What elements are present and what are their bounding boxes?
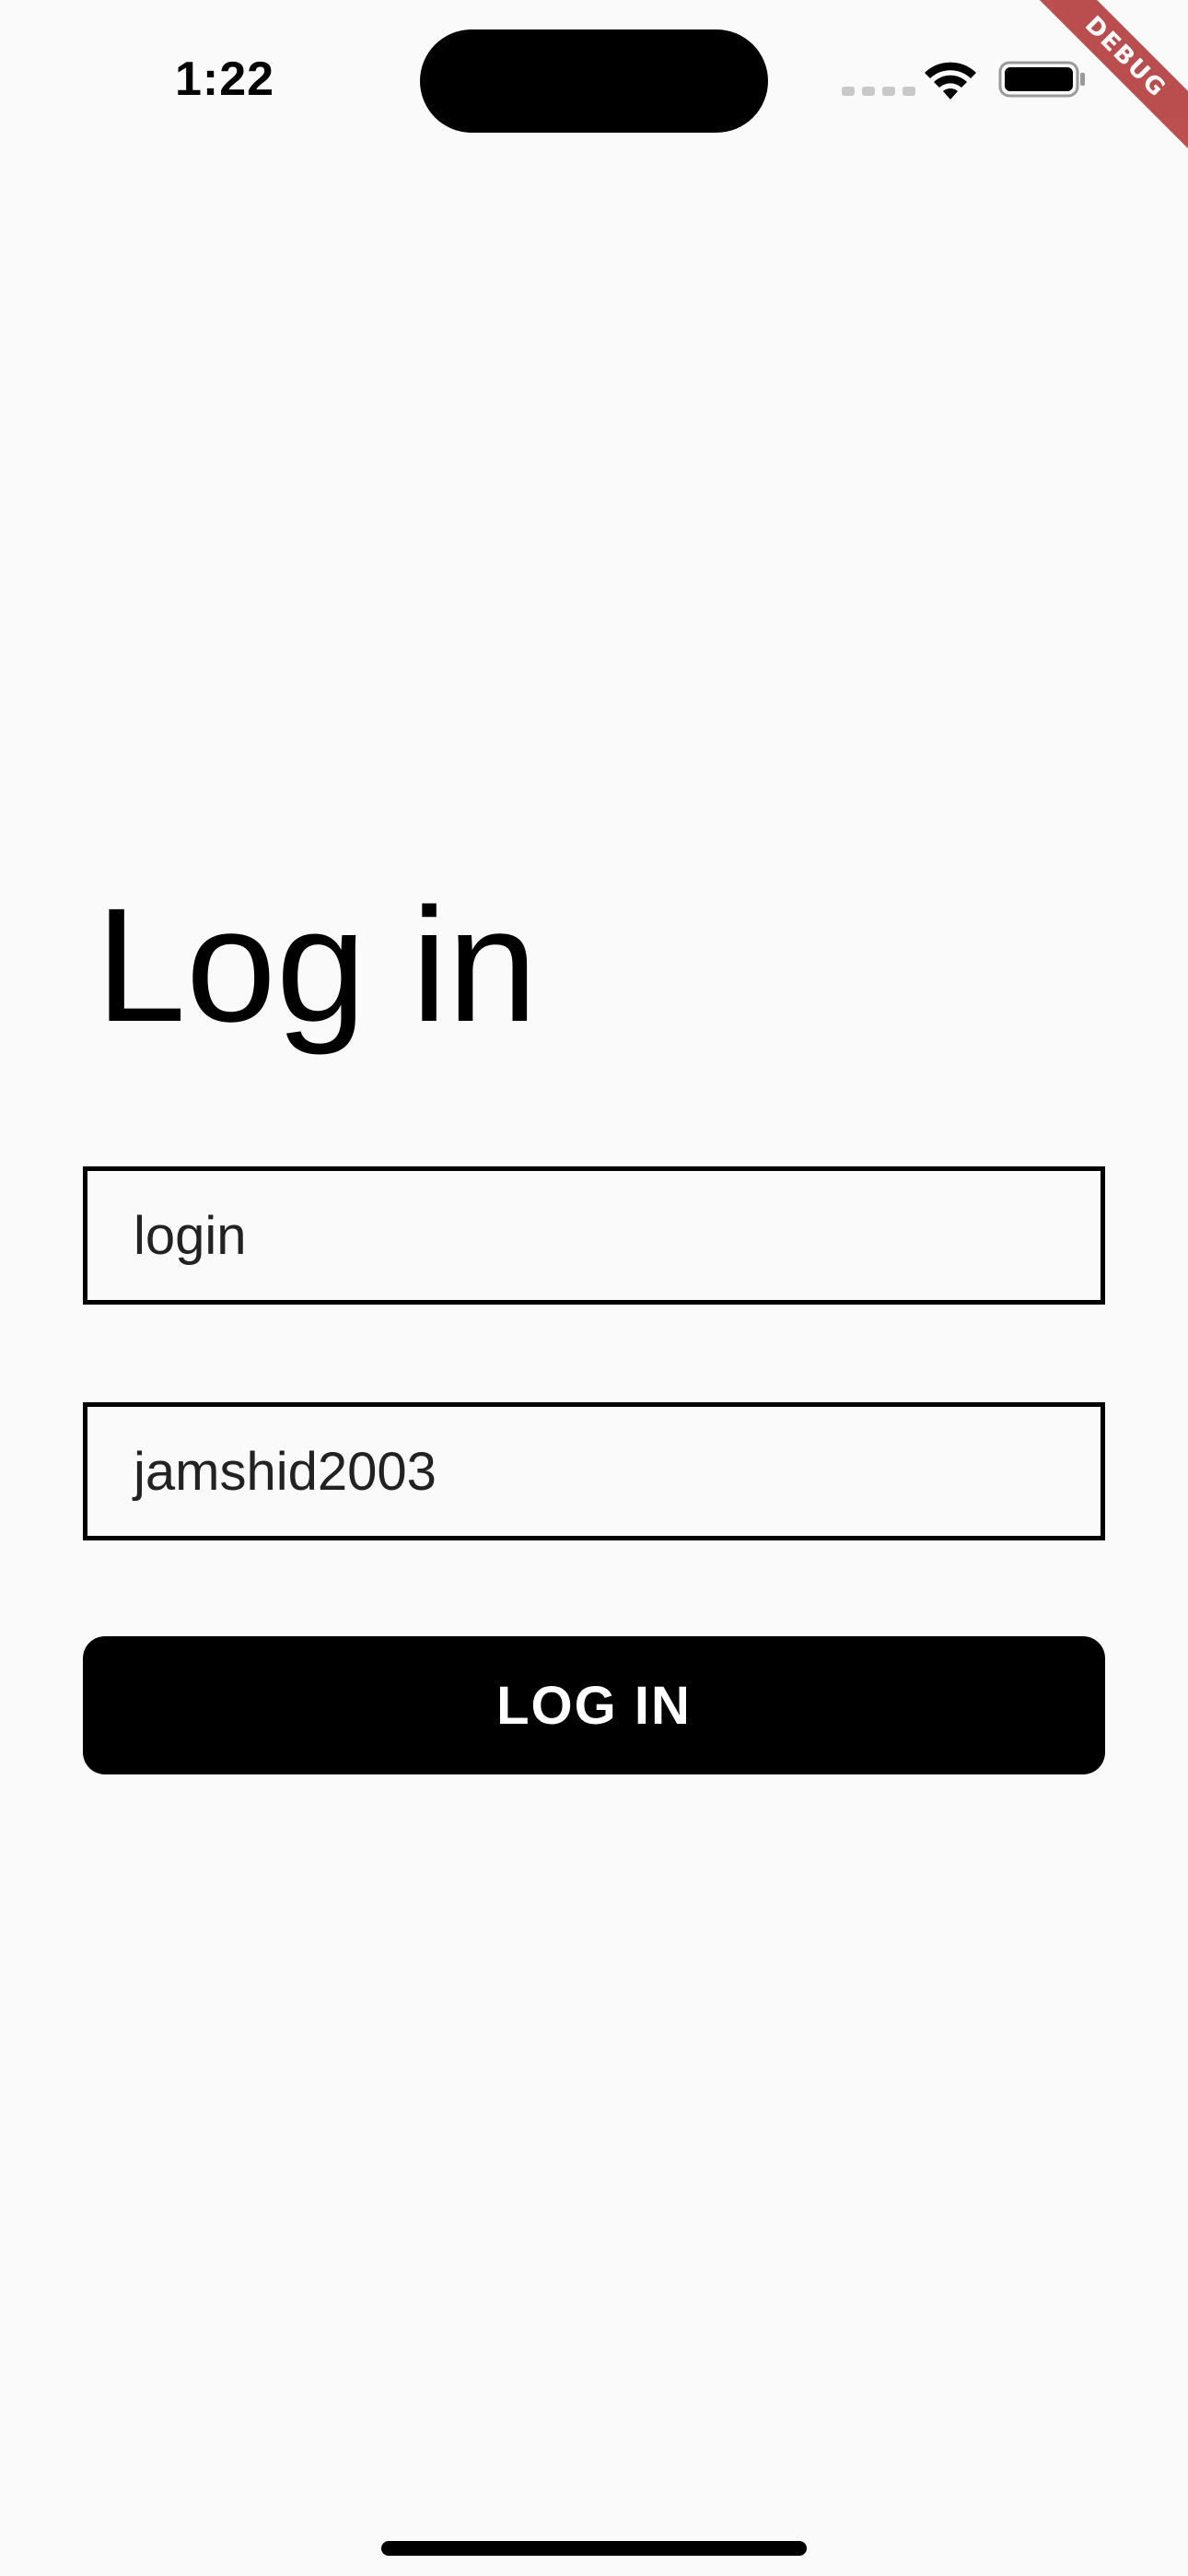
login-button[interactable]: LOG IN <box>83 1636 1105 1774</box>
status-bar-time: 1:22 <box>175 53 275 106</box>
page-title: Log in <box>96 875 538 1056</box>
password-field[interactable]: jamshid2003 <box>83 1402 1105 1540</box>
battery-icon <box>998 61 1085 98</box>
dynamic-island <box>420 29 768 133</box>
cellular-signal-icon <box>842 87 915 96</box>
login-field[interactable]: login <box>83 1166 1105 1305</box>
wifi-icon <box>925 62 976 100</box>
home-indicator[interactable] <box>381 2541 807 2556</box>
